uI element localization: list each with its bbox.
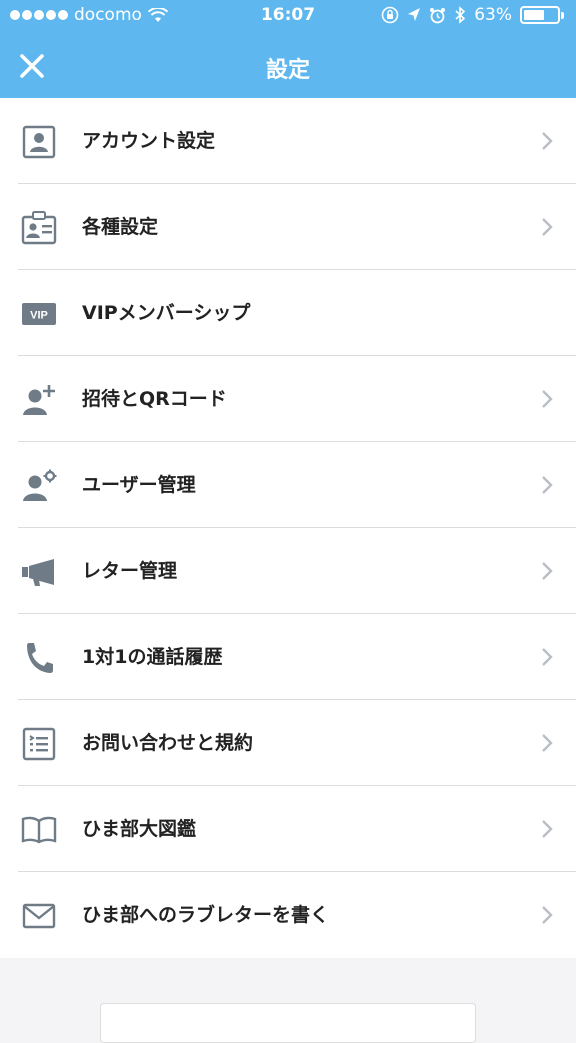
phone-icon	[21, 640, 57, 676]
menu-item-label: ユーザー管理	[82, 474, 196, 496]
account-icon	[21, 124, 57, 160]
menu-item-label: ひま部へのラブレターを書く	[82, 904, 330, 926]
alarm-icon	[430, 7, 446, 23]
menu-item-invite-qr[interactable]: 招待とQRコード	[0, 356, 576, 442]
menu-item-vip-membership[interactable]: VIP VIPメンバーシップ	[0, 270, 576, 356]
chevron-right-icon	[542, 476, 553, 494]
book-icon	[21, 812, 57, 848]
menu-item-user-management[interactable]: ユーザー管理	[0, 442, 576, 528]
menu-item-label: VIPメンバーシップ	[82, 302, 251, 324]
user-settings-icon	[21, 468, 57, 504]
menu-item-contact-terms[interactable]: お問い合わせと規約	[0, 700, 576, 786]
menu-item-label: アカウント設定	[82, 130, 216, 152]
add-user-icon	[21, 382, 57, 418]
page-title: 設定	[265, 58, 310, 83]
footer-card	[100, 1003, 476, 1043]
mail-icon	[21, 898, 57, 934]
chevron-right-icon	[542, 390, 553, 408]
rotation-lock-icon	[381, 6, 399, 24]
id-card-icon	[21, 210, 57, 246]
svg-text:VIP: VIP	[30, 310, 48, 322]
header: docomo 16:07 63% 設定	[0, 0, 576, 98]
battery-percent: 63%	[474, 5, 512, 25]
list-icon	[21, 726, 57, 762]
location-icon	[408, 8, 421, 21]
menu-item-letter-management[interactable]: レター管理	[0, 528, 576, 614]
menu-item-label: 各種設定	[82, 216, 159, 238]
menu-item-call-history[interactable]: 1対1の通話履歴	[0, 614, 576, 700]
bluetooth-icon	[455, 6, 466, 24]
chevron-right-icon	[542, 562, 553, 580]
menu-item-general-settings[interactable]: 各種設定	[0, 184, 576, 270]
chevron-right-icon	[542, 734, 553, 752]
menu-item-label: お問い合わせと規約	[82, 732, 254, 754]
chevron-right-icon	[542, 820, 553, 838]
settings-list: アカウント設定 各種設定 VIP VIPメンバーシップ 招待とQRコード ユーザ…	[0, 98, 576, 958]
nav-bar: 設定	[0, 40, 576, 92]
menu-item-encyclopedia[interactable]: ひま部大図鑑	[0, 786, 576, 872]
chevron-right-icon	[542, 218, 553, 236]
menu-item-label: 1対1の通話履歴	[82, 646, 223, 668]
megaphone-icon	[21, 554, 57, 590]
vip-badge-icon: VIP	[21, 296, 57, 332]
menu-item-label: 招待とQRコード	[82, 388, 227, 410]
menu-item-label: レター管理	[82, 560, 178, 582]
chevron-right-icon	[542, 648, 553, 666]
status-bar: docomo 16:07 63%	[0, 0, 576, 32]
menu-item-label: ひま部大図鑑	[82, 818, 197, 840]
status-right: 63%	[381, 5, 564, 25]
chevron-right-icon	[542, 132, 553, 150]
chevron-right-icon	[542, 906, 553, 924]
menu-item-love-letter[interactable]: ひま部へのラブレターを書く	[0, 872, 576, 958]
menu-item-account-settings[interactable]: アカウント設定	[0, 98, 576, 184]
battery-icon	[520, 6, 564, 24]
